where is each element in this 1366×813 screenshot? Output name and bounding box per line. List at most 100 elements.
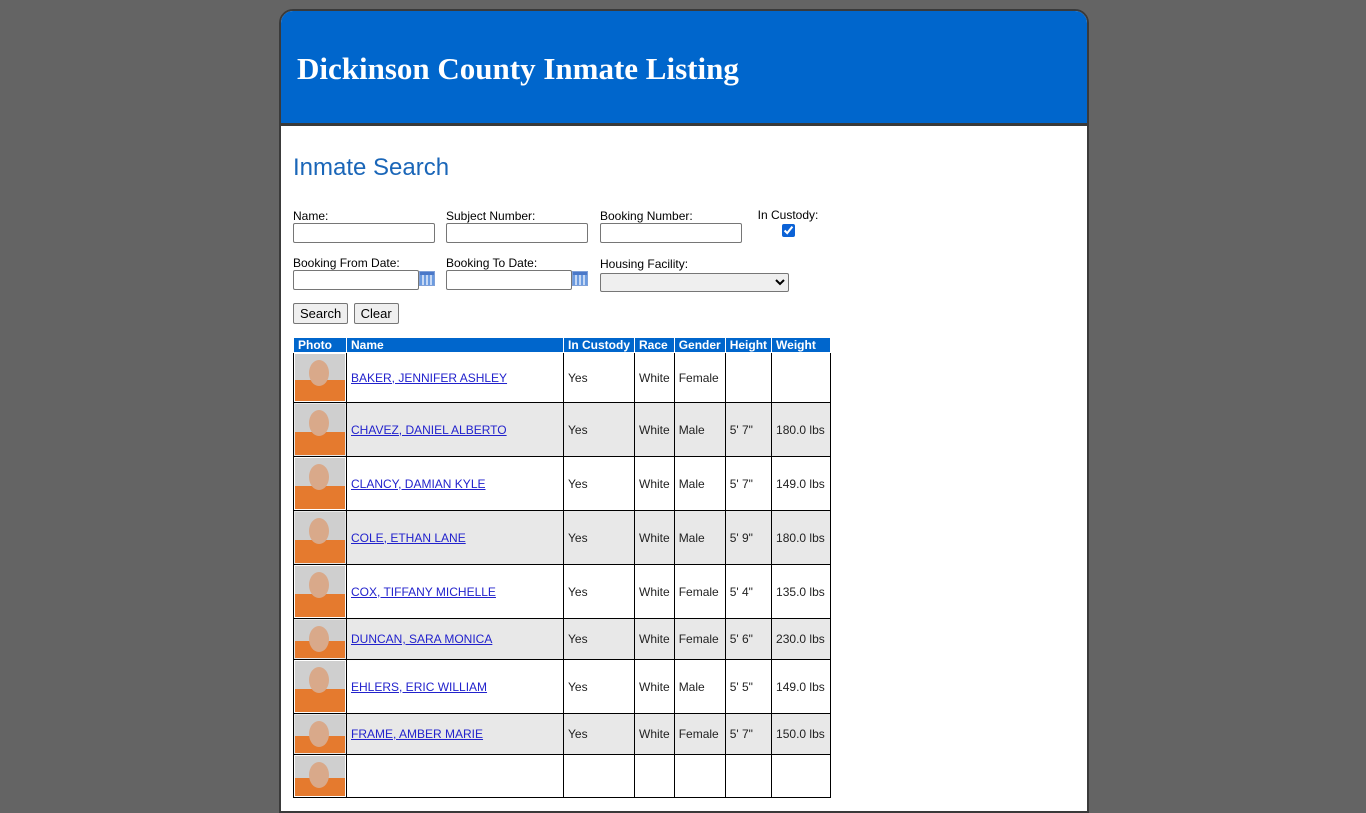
race-cell: White — [634, 352, 675, 403]
table-row: FRAME, AMBER MARIE Yes White Female 5' 7" 150… — [293, 713, 832, 755]
in-custody-label: In Custody: — [757, 208, 819, 222]
inmate-photo[interactable] — [295, 566, 345, 617]
table-row — [293, 754, 832, 798]
page-title: Inmate Search — [293, 154, 450, 181]
inmate-photo[interactable] — [295, 661, 345, 712]
in-custody-cell: Yes — [563, 618, 635, 660]
weight-cell — [771, 352, 832, 403]
inmate-photo[interactable] — [295, 756, 345, 796]
page-container: Dickinson County Inmate Listing Inmate S… — [279, 9, 1089, 813]
weight-cell: 149.0 lbs — [771, 659, 832, 714]
name-cell: CHAVEZ, DANIEL ALBERTO — [346, 402, 564, 457]
booking-from-label: Booking From Date: — [293, 256, 400, 270]
height-cell: 5' 6" — [724, 618, 773, 660]
height-cell — [724, 352, 773, 403]
photo-cell — [293, 510, 347, 565]
in-custody-cell: Yes — [563, 456, 635, 511]
booking-to-input[interactable] — [446, 270, 572, 290]
in-custody-checkbox[interactable] — [781, 224, 795, 237]
inmate-name-link[interactable]: BAKER, JENNIFER ASHLEY — [351, 371, 507, 385]
inmate-table: Photo Name In Custody Race Gender Height… — [293, 338, 832, 798]
name-cell: COX, TIFFANY MICHELLE — [346, 564, 564, 619]
height-cell: 5' 5" — [724, 659, 773, 714]
name-cell: FRAME, AMBER MARIE — [346, 713, 564, 755]
main-content: Inmate Search Name: Subject Number: Book… — [281, 154, 1087, 798]
booking-from-input[interactable] — [293, 270, 419, 290]
height-cell: 5' 7" — [724, 402, 773, 457]
photo-cell — [293, 659, 347, 714]
race-cell: White — [634, 564, 675, 619]
weight-cell: 180.0 lbs — [771, 510, 832, 565]
table-row: COX, TIFFANY MICHELLE Yes White Female 5' 4"… — [293, 564, 832, 619]
gender-cell: Female — [673, 713, 726, 755]
calendar-icon[interactable] — [419, 271, 435, 286]
site-title: Dickinson County Inmate Listing — [297, 51, 739, 86]
in-custody-cell — [563, 754, 635, 798]
table-row: CHAVEZ, DANIEL ALBERTO Yes White Male 5' 7" 1… — [293, 402, 832, 457]
race-cell: White — [634, 659, 675, 714]
search-button[interactable]: Search — [293, 303, 349, 324]
inmate-photo[interactable] — [295, 512, 345, 563]
table-row: CLANCY, DAMIAN KYLE Yes White Male 5' 7" 149.… — [293, 456, 832, 511]
inmate-photo[interactable] — [295, 458, 345, 509]
weight-cell: 150.0 lbs — [771, 713, 832, 755]
inmate-name-link[interactable]: COLE, ETHAN LANE — [351, 531, 466, 545]
table-header-row: Photo Name In Custody Race Gender Height… — [293, 338, 832, 353]
race-cell: White — [634, 510, 675, 565]
weight-cell: 180.0 lbs — [771, 402, 832, 457]
subject-number-input[interactable] — [446, 223, 588, 243]
name-cell: BAKER, JENNIFER ASHLEY — [346, 352, 564, 403]
table-body: BAKER, JENNIFER ASHLEY Yes White Female CHAV… — [293, 352, 832, 798]
table-row: EHLERS, ERIC WILLIAM Yes White Male 5' 5" 149… — [293, 659, 832, 714]
column-header-name: Name — [346, 338, 564, 353]
weight-cell — [771, 754, 832, 798]
height-cell: 5' 7" — [724, 456, 773, 511]
housing-facility-label: Housing Facility: — [600, 257, 689, 271]
photo-cell — [293, 402, 347, 457]
inmate-name-link[interactable]: CLANCY, DAMIAN KYLE — [351, 477, 486, 491]
table-row: COLE, ETHAN LANE Yes White Male 5' 9" 180.0 l… — [293, 510, 832, 565]
calendar-icon[interactable] — [572, 271, 588, 286]
height-cell — [724, 754, 773, 798]
name-cell — [346, 754, 564, 798]
in-custody-field: In Custody: — [753, 208, 823, 256]
booking-number-input[interactable] — [600, 223, 742, 243]
table-row: BAKER, JENNIFER ASHLEY Yes White Female — [293, 352, 832, 403]
inmate-photo[interactable] — [295, 354, 345, 401]
gender-cell — [673, 754, 726, 798]
table-row: DUNCAN, SARA MONICA Yes White Female 5' 6" 23… — [293, 618, 832, 660]
column-header-weight: Weight — [771, 338, 832, 353]
inmate-name-link[interactable]: EHLERS, ERIC WILLIAM — [351, 680, 487, 694]
name-input[interactable] — [293, 223, 435, 243]
booking-number-field: Booking Number: — [600, 209, 753, 256]
booking-from-field: Booking From Date: — [293, 256, 446, 303]
inmate-name-link[interactable]: CHAVEZ, DANIEL ALBERTO — [351, 423, 507, 437]
booking-number-label: Booking Number: — [600, 209, 693, 223]
housing-facility-select[interactable] — [600, 273, 789, 292]
in-custody-cell: Yes — [563, 659, 635, 714]
inmate-photo[interactable] — [295, 620, 345, 658]
inmate-name-link[interactable]: FRAME, AMBER MARIE — [351, 727, 483, 741]
subject-number-label: Subject Number: — [446, 209, 536, 223]
site-header: Dickinson County Inmate Listing — [281, 11, 1087, 126]
column-header-height: Height — [724, 338, 773, 353]
weight-cell: 230.0 lbs — [771, 618, 832, 660]
inmate-name-link[interactable]: DUNCAN, SARA MONICA — [351, 632, 492, 646]
race-cell: White — [634, 618, 675, 660]
inmate-photo[interactable] — [295, 715, 345, 753]
in-custody-cell: Yes — [563, 713, 635, 755]
search-buttons: Search Clear — [293, 303, 1087, 324]
inmate-name-link[interactable]: COX, TIFFANY MICHELLE — [351, 585, 496, 599]
gender-cell: Male — [673, 402, 726, 457]
photo-cell — [293, 456, 347, 511]
in-custody-cell: Yes — [563, 352, 635, 403]
booking-to-label: Booking To Date: — [446, 256, 538, 270]
height-cell: 5' 9" — [724, 510, 773, 565]
photo-cell — [293, 564, 347, 619]
booking-to-field: Booking To Date: — [446, 256, 600, 303]
inmate-photo[interactable] — [295, 404, 345, 455]
photo-cell — [293, 754, 347, 798]
clear-button[interactable]: Clear — [353, 303, 399, 324]
race-cell — [634, 754, 675, 798]
in-custody-cell: Yes — [563, 510, 635, 565]
